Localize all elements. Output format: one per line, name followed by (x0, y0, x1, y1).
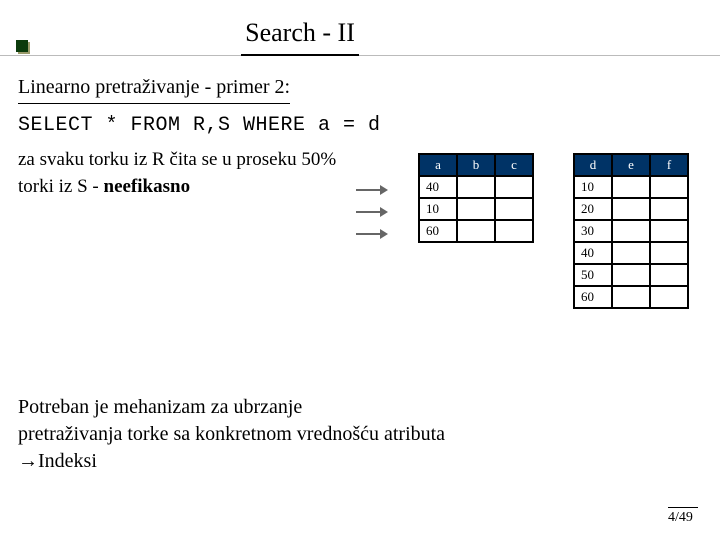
sql-code: SELECT * FROM R,S WHERE a = d (18, 112, 702, 139)
col-header: b (457, 154, 495, 176)
col-header: a (419, 154, 457, 176)
table-row: 60 (419, 220, 533, 242)
table-row: 40 (419, 176, 533, 198)
page-number: 4/49 (668, 510, 693, 525)
col-header: d (574, 154, 612, 176)
subtitle: Linearno pretraživanje - primer 2: (18, 74, 290, 104)
arrow-icon (352, 223, 392, 245)
table-row: 10 (574, 176, 688, 198)
col-header: e (612, 154, 650, 176)
slide-title: Search - II (241, 18, 359, 56)
conclusion-line3: →Indeksi (18, 450, 97, 472)
explain-line1: za svaku torku iz R čita se u proseku 50… (18, 149, 336, 170)
title-bullet-icon (16, 40, 28, 52)
table-row: 60 (574, 286, 688, 308)
arrow-icon (352, 201, 392, 223)
table-row: 10 (419, 198, 533, 220)
table-R: a b c 40 10 60 (418, 153, 534, 243)
col-header: c (495, 154, 533, 176)
conclusion-line1: Potreban je mehanizam za ubrzanje (18, 396, 302, 418)
table-row: 50 (574, 264, 688, 286)
table-row: 40 (574, 242, 688, 264)
col-header: f (650, 154, 688, 176)
explain-emphasis: neefikasno (104, 176, 191, 197)
row-arrows (352, 179, 392, 245)
explain-line2a: torki iz S - (18, 176, 104, 197)
arrow-icon (352, 179, 392, 201)
table-S: d e f 10 20 30 40 50 60 (573, 153, 689, 309)
table-row: 30 (574, 220, 688, 242)
table-row: 20 (574, 198, 688, 220)
conclusion-line2: pretraživanja torke sa konkretnom vredno… (18, 423, 445, 445)
